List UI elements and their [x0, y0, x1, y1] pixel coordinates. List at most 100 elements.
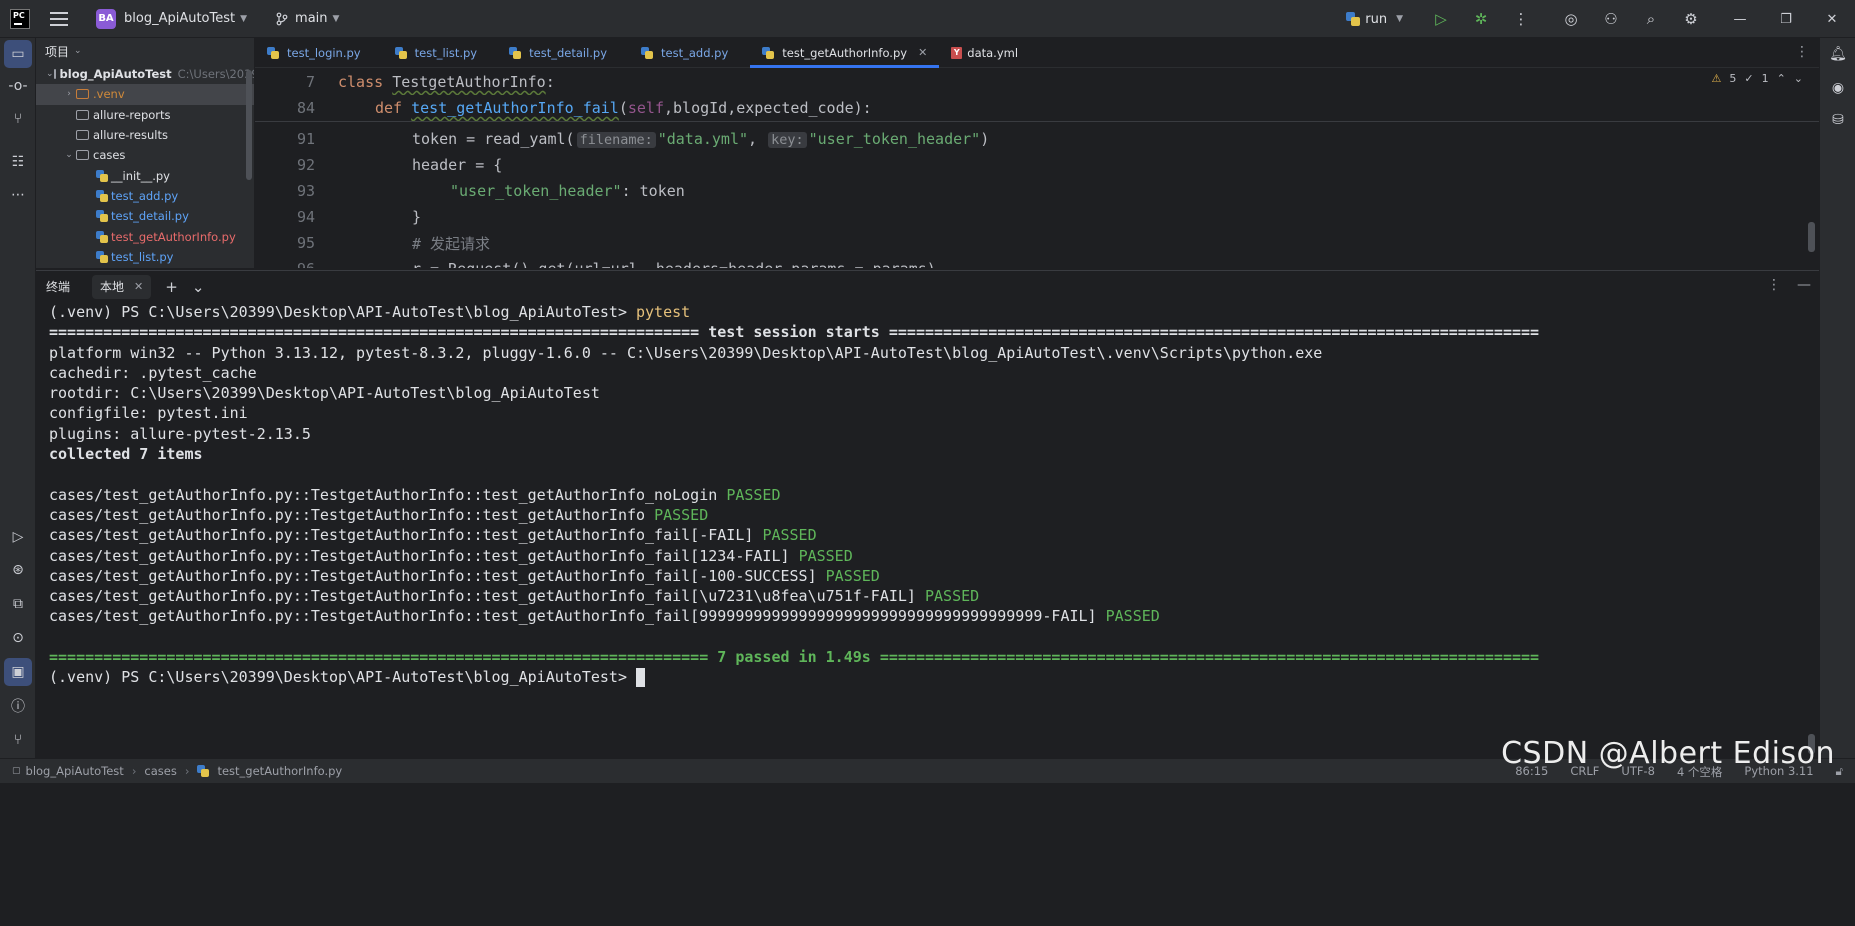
minimize-icon[interactable]: —	[1717, 0, 1763, 38]
project-name[interactable]: blog_ApiAutoTest	[124, 11, 235, 26]
terminal-options-icon[interactable]: ⋮	[1767, 277, 1781, 293]
pull-requests-icon[interactable]: ⑂	[4, 105, 32, 133]
problems-icon[interactable]: ⓘ	[4, 692, 32, 720]
breadcrumb-item[interactable]: blog_ApiAutoTest	[26, 764, 124, 778]
hide-panel-icon[interactable]: —	[1797, 277, 1811, 293]
tree-item-test-getauthorinfo[interactable]: test_getAuthorInfo.py	[36, 226, 254, 246]
code-line-93[interactable]: 93 "user_token_header": token	[255, 178, 685, 204]
tree-item-test-add[interactable]: test_add.py	[36, 186, 254, 206]
tab-actions-icon[interactable]: ⋮	[1795, 44, 1809, 60]
tab-test-list[interactable]: test_list.py	[383, 38, 490, 68]
tree-item-venv[interactable]: › .venv	[36, 84, 254, 105]
python-packages-icon[interactable]: ⊛	[4, 556, 32, 584]
chevron-up-icon[interactable]: ⌃	[1777, 72, 1786, 85]
add-user-icon[interactable]: ⚇	[1591, 0, 1631, 38]
tab-test-detail[interactable]: test_detail.py	[497, 38, 619, 68]
tree-item-test-detail[interactable]: test_detail.py	[36, 206, 254, 226]
code-line-91[interactable]: 91 token = read_yaml(filename: "data.yml"…	[255, 126, 989, 152]
run-configuration-selector[interactable]: run ▼	[1345, 11, 1403, 27]
run-config-label: run	[1365, 11, 1388, 27]
debug-icon[interactable]: ✲	[1461, 0, 1501, 38]
ai-chat-icon[interactable]: ◉	[1824, 74, 1852, 102]
breadcrumb-item[interactable]: test_getAuthorInfo.py	[217, 764, 342, 778]
code-line-92[interactable]: 92 header = {	[255, 152, 502, 178]
services-icon[interactable]: ⊙	[4, 624, 32, 652]
more-actions-icon[interactable]: ⋮	[1501, 0, 1541, 38]
chevron-down-icon[interactable]: ⌄	[192, 278, 205, 296]
chevron-down-icon[interactable]: ⌄	[62, 150, 76, 160]
tab-test-add[interactable]: test_add.py	[629, 38, 740, 68]
close-tab-icon[interactable]: ✕	[134, 280, 143, 293]
restore-icon[interactable]: ❐	[1763, 0, 1809, 38]
project-folder-icon[interactable]: ▭	[4, 40, 32, 68]
search-icon[interactable]: ⌕	[1631, 0, 1671, 38]
code-line-96[interactable]: 96 r = Request().get(url=url, headers=he…	[255, 256, 936, 268]
keyword: class	[338, 73, 384, 91]
chevron-down-icon[interactable]: ⌄	[46, 69, 54, 79]
terminal-line-session-header: ========================================…	[49, 323, 1540, 342]
run-tool-icon[interactable]: ▷	[4, 523, 32, 551]
tab-data-yml[interactable]: Y data.yml	[939, 38, 1030, 68]
tree-item-test-list[interactable]: test_list.py	[36, 247, 254, 267]
structure-icon[interactable]: ☷	[4, 148, 32, 176]
chevron-down-icon[interactable]: ⌄	[1794, 72, 1803, 85]
python-file-icon	[96, 189, 108, 202]
project-panel-header[interactable]: 项目 ⌄	[36, 38, 254, 64]
function-name: test_getAuthorInfo_fail	[411, 99, 619, 117]
test-result-line: cases/test_getAuthorInfo.py::TestgetAuth…	[36, 566, 1819, 586]
tree-item-root[interactable]: ⌄ blog_ApiAutoTest C:\Users\20399	[36, 64, 254, 84]
sticky-line-class[interactable]: 7 class TestgetAuthorInfo:	[255, 69, 555, 95]
terminal-tab-local[interactable]: 本地 ✕	[92, 274, 152, 299]
folder-icon	[76, 89, 89, 100]
git-icon[interactable]: ⑂	[4, 726, 32, 754]
test-result-line: cases/test_getAuthorInfo.py::TestgetAuth…	[36, 505, 1819, 525]
project-badge[interactable]: BA	[96, 8, 116, 29]
breadcrumb-item[interactable]: cases	[144, 764, 176, 778]
branch-name[interactable]: main	[295, 11, 327, 26]
commit-icon[interactable]: -o-	[4, 72, 32, 100]
pycharm-logo-icon[interactable]: PC	[10, 8, 30, 29]
chevron-down-icon[interactable]: ▼	[240, 14, 247, 24]
sticky-line-def[interactable]: 84 def test_getAuthorInfo_fail(self,blog…	[255, 95, 872, 121]
code-text: :	[545, 73, 555, 91]
tree-item-allure-reports[interactable]: allure-reports	[36, 105, 254, 125]
terminal-output[interactable]: (.venv) PS C:\Users\20399\Desktop\API-Au…	[36, 302, 1819, 758]
new-terminal-icon[interactable]: +	[165, 278, 178, 296]
editor-scrollbar[interactable]	[1808, 222, 1815, 252]
database-icon[interactable]: ⛁	[1824, 106, 1852, 134]
terminal-icon[interactable]: ▣	[4, 658, 32, 686]
ai-assistant-icon[interactable]: ◎	[1551, 0, 1591, 38]
more-tools-icon[interactable]: ⋯	[4, 181, 32, 209]
code-editor[interactable]: 7 class TestgetAuthorInfo: 84 def test_g…	[255, 68, 1819, 268]
shell-command: pytest	[636, 303, 691, 321]
code-line-95[interactable]: 95 # 发起请求	[255, 230, 490, 256]
folder-icon	[76, 150, 89, 161]
chevron-down-icon[interactable]: ▼	[333, 14, 340, 24]
tab-test-login[interactable]: test_login.py	[255, 38, 373, 68]
code-line-94[interactable]: 94 }	[255, 204, 421, 230]
project-scrollbar[interactable]	[246, 70, 252, 180]
inspection-widget[interactable]: ⚠ 5 ✓ 1 ⌃ ⌄	[1711, 72, 1803, 85]
text-cursor	[636, 668, 645, 688]
module-icon: ▢	[12, 765, 21, 776]
lock-icon[interactable]: 🔓︎	[1836, 764, 1843, 780]
tree-item-allure-results[interactable]: allure-results	[36, 125, 254, 145]
run-icon[interactable]: ▷	[1421, 0, 1461, 38]
python-console-icon[interactable]: ⧉	[4, 590, 32, 618]
close-tab-icon[interactable]: ✕	[918, 46, 927, 59]
weak-warning-count: 1	[1761, 72, 1769, 85]
chevron-right-icon[interactable]: ›	[62, 89, 76, 99]
close-window-icon[interactable]: ✕	[1809, 0, 1855, 38]
tab-test-getauthorinfo[interactable]: test_getAuthorInfo.py ✕	[750, 38, 940, 68]
terminal-line-summary: ========================================…	[49, 648, 1540, 667]
test-id: cases/test_getAuthorInfo.py::TestgetAuth…	[49, 546, 790, 565]
line-number: 95	[296, 234, 315, 252]
terminal-line-prompt[interactable]: (.venv) PS C:\Users\20399\Desktop\API-Au…	[36, 667, 1819, 688]
main-menu-icon[interactable]	[50, 11, 68, 26]
tree-item-init[interactable]: __init__.py	[36, 165, 254, 185]
tab-label: test_detail.py	[529, 45, 608, 60]
git-branch-icon[interactable]	[275, 12, 289, 26]
settings-gear-icon[interactable]: ⚙	[1671, 0, 1711, 38]
tree-item-cases[interactable]: ⌄ cases	[36, 145, 254, 165]
notifications-bell-icon[interactable]: 🔔︎	[1824, 40, 1852, 68]
